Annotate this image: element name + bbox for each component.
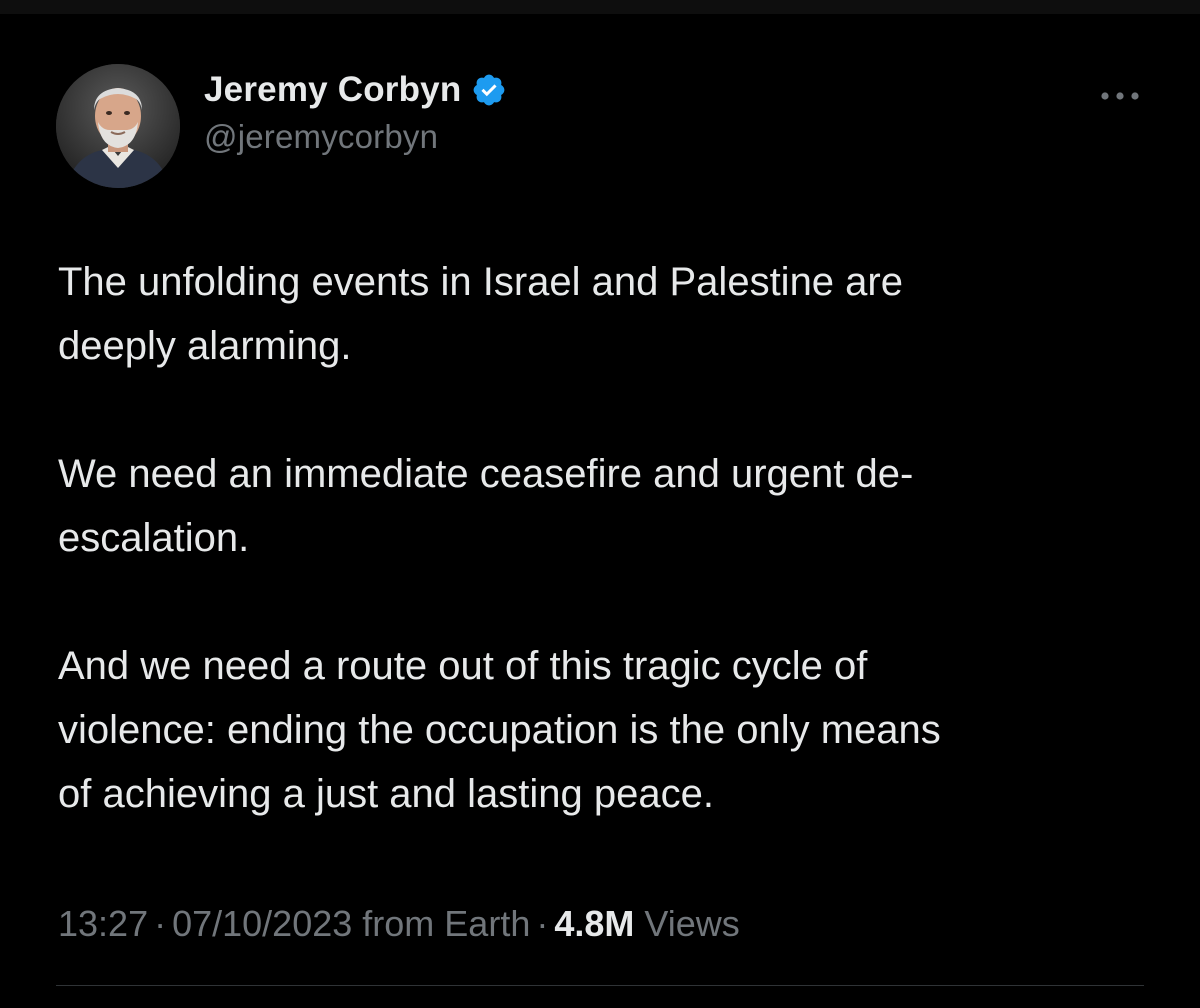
top-strip [0, 0, 1200, 14]
tweet-meta: 13:27 · 07/10/2023 from Earth · 4.8M Views [58, 900, 740, 948]
avatar-image [56, 64, 180, 188]
tweet-time[interactable]: 13:27 [58, 903, 148, 944]
tweet-text: The unfolding events in Israel and Pales… [58, 250, 1158, 826]
tweet-paragraph-3: And we need a route out of this tragic c… [58, 644, 941, 816]
avatar[interactable] [56, 64, 180, 188]
tweet-paragraph-1: The unfolding events in Israel and Pales… [58, 260, 903, 368]
views-label: Views [644, 903, 740, 944]
views-count[interactable]: 4.8M [554, 903, 634, 944]
author-handle[interactable]: @jeremycorbyn [204, 118, 438, 156]
tweet-card: Jeremy Corbyn @jeremycorbyn The unfoldin… [0, 14, 1200, 1008]
more-options-button[interactable] [1094, 76, 1146, 116]
divider [56, 985, 1144, 986]
tweet-date[interactable]: 07/10/2023 [172, 903, 352, 944]
more-horizontal-icon [1101, 92, 1139, 100]
tweet-paragraph-2: We need an immediate ceasefire and urgen… [58, 452, 914, 560]
tweet-source: from Earth [362, 903, 531, 944]
meta-separator: · [154, 903, 167, 944]
author-display-name[interactable]: Jeremy Corbyn [204, 70, 461, 110]
meta-separator: · [536, 903, 549, 944]
verified-badge-icon [471, 72, 507, 108]
author-name-row[interactable]: Jeremy Corbyn [204, 70, 507, 110]
